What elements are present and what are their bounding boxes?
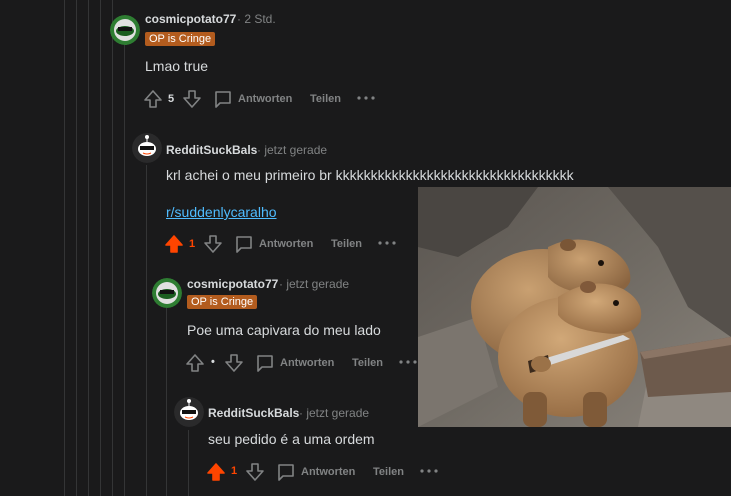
reply-label[interactable]: Antworten bbox=[280, 357, 334, 369]
vote-score: 1 bbox=[231, 465, 238, 477]
vote-score: • bbox=[211, 356, 215, 368]
downvote-button[interactable] bbox=[224, 353, 244, 373]
thread-line[interactable] bbox=[146, 165, 147, 496]
capybara-image[interactable] bbox=[418, 187, 731, 427]
avatar-icon bbox=[132, 133, 162, 163]
user-flair: OP is Cringe bbox=[187, 295, 258, 309]
more-icon bbox=[357, 96, 375, 100]
downvote-button[interactable] bbox=[203, 234, 223, 254]
reply-label[interactable]: Antworten bbox=[238, 93, 292, 105]
comment-author[interactable]: RedditSuckBals bbox=[208, 406, 299, 420]
comment-body: seu pedido é a uma ordem bbox=[208, 431, 375, 447]
comment-icon bbox=[215, 91, 231, 108]
avatar[interactable] bbox=[174, 397, 204, 427]
thread-line[interactable] bbox=[188, 430, 189, 496]
upvote-icon bbox=[144, 90, 162, 108]
avatar[interactable] bbox=[132, 133, 162, 163]
reply-label[interactable]: Antworten bbox=[301, 466, 355, 478]
more-icon bbox=[378, 241, 396, 245]
thread-line[interactable] bbox=[100, 0, 101, 496]
more-options-button[interactable] bbox=[399, 357, 417, 367]
share-button[interactable]: Teilen bbox=[352, 357, 383, 369]
reply-label[interactable]: Antworten bbox=[259, 238, 313, 250]
downvote-icon bbox=[183, 90, 201, 108]
more-options-button[interactable] bbox=[378, 238, 396, 248]
more-options-button[interactable] bbox=[420, 466, 438, 476]
thread-line[interactable] bbox=[76, 0, 77, 496]
avatar-icon bbox=[110, 15, 140, 45]
avatar[interactable] bbox=[152, 278, 182, 308]
user-flair: OP is Cringe bbox=[145, 32, 216, 46]
share-button[interactable]: Teilen bbox=[310, 93, 341, 105]
comment-author[interactable]: RedditSuckBals bbox=[166, 143, 257, 157]
reply-button[interactable] bbox=[234, 234, 254, 254]
reply-button[interactable] bbox=[213, 89, 233, 109]
reply-button[interactable] bbox=[276, 462, 296, 482]
more-icon bbox=[420, 469, 438, 473]
thread-line[interactable] bbox=[166, 308, 167, 496]
comment-icon bbox=[278, 464, 294, 481]
avatar-icon bbox=[174, 397, 204, 427]
reply-button[interactable] bbox=[255, 353, 275, 373]
downvote-button[interactable] bbox=[245, 462, 265, 482]
comment-author[interactable]: cosmicpotato77 bbox=[187, 277, 278, 291]
share-button[interactable]: Teilen bbox=[331, 238, 362, 250]
upvote-button[interactable] bbox=[185, 353, 205, 373]
upvote-icon bbox=[207, 463, 225, 481]
comment-body: krl achei o meu primeiro br kkkkkkkkkkkk… bbox=[166, 167, 574, 183]
comment-icon bbox=[236, 236, 252, 253]
comment-icon bbox=[257, 355, 273, 372]
more-icon bbox=[399, 360, 417, 364]
comment-time[interactable]: · jetzt gerade bbox=[257, 143, 327, 157]
upvote-icon bbox=[186, 354, 204, 372]
thread-line[interactable] bbox=[64, 0, 65, 496]
comment-time[interactable]: · jetzt gerade bbox=[279, 277, 349, 291]
vote-score: 1 bbox=[189, 238, 196, 250]
downvote-icon bbox=[225, 354, 243, 372]
thread-line[interactable] bbox=[124, 44, 125, 496]
downvote-icon bbox=[246, 463, 264, 481]
upvote-button[interactable] bbox=[143, 89, 163, 109]
thread-line[interactable] bbox=[112, 0, 113, 496]
downvote-button[interactable] bbox=[182, 89, 202, 109]
comment-time[interactable]: · jetzt gerade bbox=[299, 406, 369, 420]
avatar-icon bbox=[152, 278, 182, 308]
upvote-button[interactable] bbox=[206, 462, 226, 482]
subreddit-link[interactable]: r/suddenlycaralho bbox=[166, 204, 277, 220]
comment-time[interactable]: · 2 Std. bbox=[237, 12, 276, 26]
comment-body: Lmao true bbox=[145, 58, 209, 74]
vote-score: 5 bbox=[168, 93, 175, 105]
avatar[interactable] bbox=[110, 15, 140, 45]
comment-body: Poe uma capivara do meu lado bbox=[187, 322, 381, 338]
more-options-button[interactable] bbox=[357, 93, 375, 103]
upvote-button[interactable] bbox=[164, 234, 184, 254]
upvote-icon bbox=[165, 235, 183, 253]
thread-line[interactable] bbox=[88, 0, 89, 496]
comment-author[interactable]: cosmicpotato77 bbox=[145, 12, 236, 26]
share-button[interactable]: Teilen bbox=[373, 466, 404, 478]
downvote-icon bbox=[204, 235, 222, 253]
